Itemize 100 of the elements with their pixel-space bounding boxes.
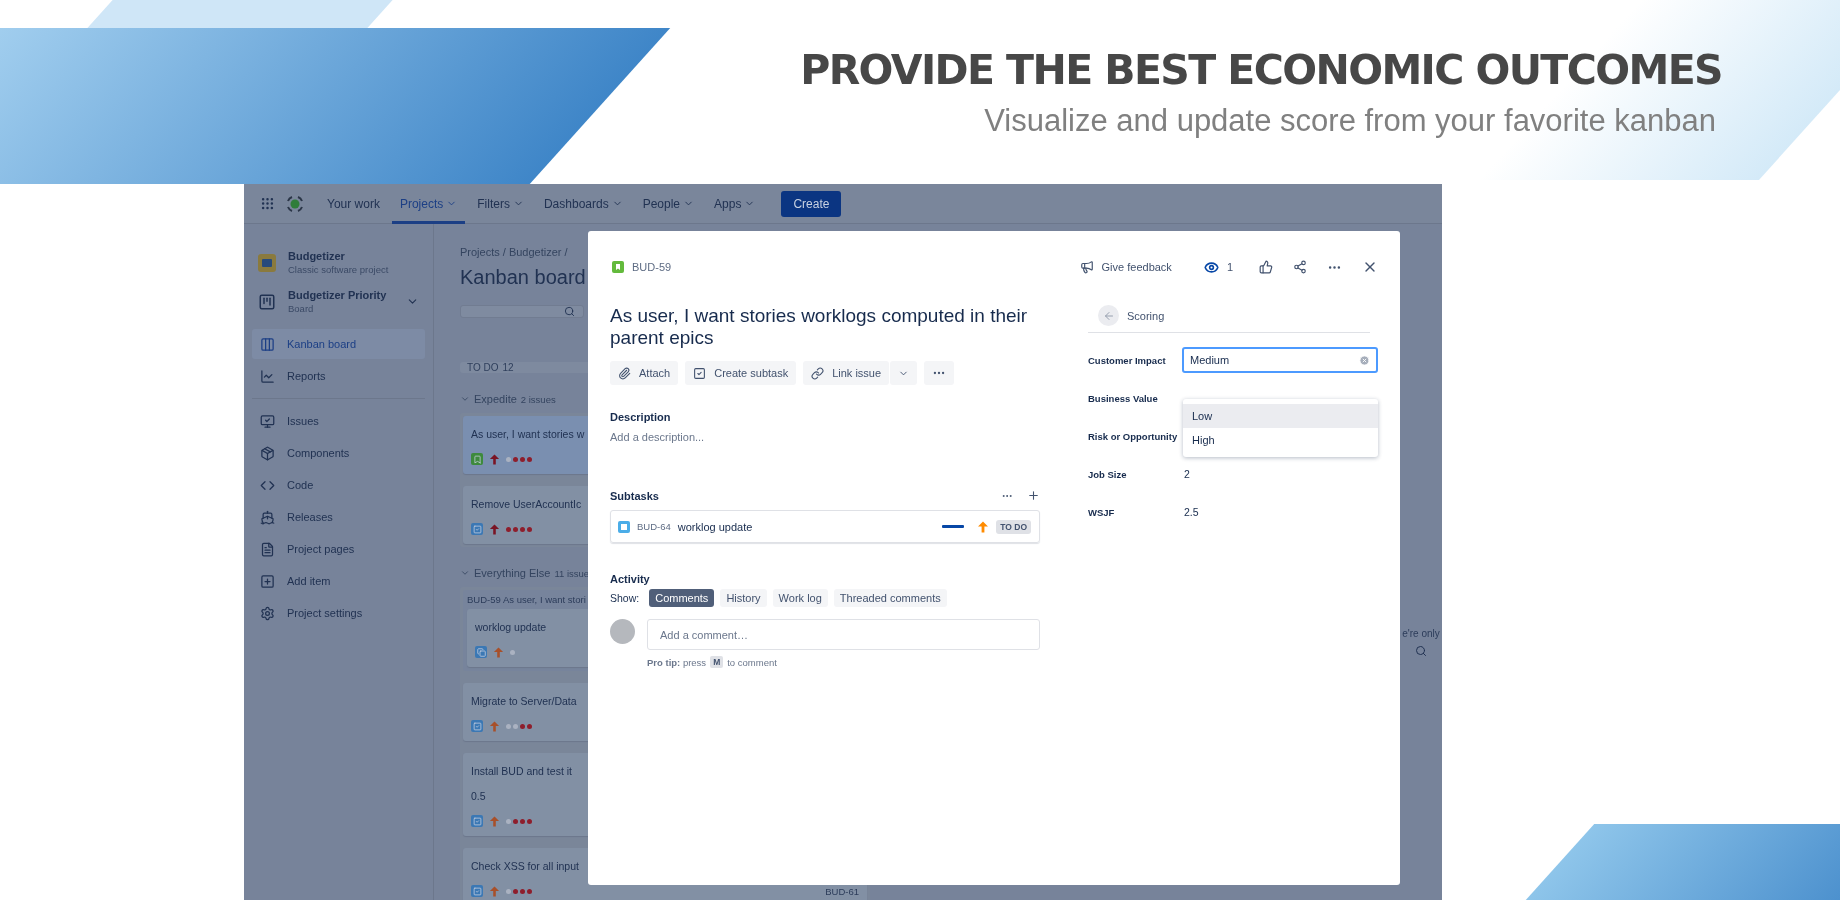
- pro-tip: Pro tip: press: [647, 656, 707, 668]
- issue-title[interactable]: As user, I want stories worklogs computed in their parent epics: [610, 305, 1040, 349]
- nav-tab[interactable]: Filters: [469, 183, 532, 224]
- dot-icon: [520, 723, 525, 729]
- sidebar-item[interactable]: Issues: [252, 405, 425, 437]
- nav-tab[interactable]: Dashboards: [535, 183, 631, 224]
- app-grid-icon[interactable]: [260, 196, 275, 211]
- field-label: WSJF: [1088, 505, 1116, 519]
- dot-icon: [527, 526, 532, 532]
- checkbox-icon: [471, 815, 483, 827]
- subheadline: Visualize and update score from your favorite kanban: [984, 102, 1716, 140]
- swimlane-title[interactable]: Everything Else: [474, 567, 551, 579]
- dot-icon: [513, 888, 518, 894]
- search-icon: [564, 306, 575, 317]
- dot-icon: [506, 723, 511, 729]
- add-icon[interactable]: [1027, 489, 1040, 502]
- search-icon[interactable]: [1415, 645, 1427, 657]
- action-button[interactable]: Attach: [610, 361, 679, 385]
- dot-icon: [527, 456, 532, 462]
- chevron-down-icon[interactable]: [460, 394, 470, 404]
- sidebar-item[interactable]: Code: [252, 469, 425, 501]
- checkbox-icon: [471, 523, 483, 535]
- create-button[interactable]: Create: [781, 190, 842, 217]
- add-page-icon: [260, 573, 275, 589]
- breadcrumb[interactable]: Projects / Budgetizer /: [460, 246, 568, 258]
- sidebar-item[interactable]: Releases: [252, 501, 425, 533]
- nav-tab[interactable]: People: [634, 183, 703, 224]
- subtask-title: worklog update: [677, 520, 754, 533]
- description-field[interactable]: Add a description...: [610, 431, 1040, 443]
- field-value[interactable]: 2: [1182, 468, 1378, 480]
- comment-field[interactable]: Add a comment…: [647, 619, 1040, 650]
- field-label: Risk or Opportunity: [1088, 429, 1179, 443]
- bookmark-icon: [612, 261, 624, 273]
- board-icon: [258, 292, 276, 311]
- logo-icon[interactable]: [285, 193, 305, 214]
- select-field[interactable]: Medium: [1182, 347, 1378, 373]
- checkbox-icon: [471, 885, 483, 897]
- status-lozenge[interactable]: TO DO: [996, 519, 1031, 534]
- link-icon: [811, 366, 825, 380]
- issue-key: BUD-61: [825, 885, 859, 897]
- dot-icon: [527, 818, 532, 824]
- dot-icon: [513, 456, 518, 462]
- dot-icon: [506, 456, 511, 462]
- estimate: 0.5: [471, 790, 486, 802]
- note-text: e're only: [1402, 628, 1440, 639]
- filter-tab[interactable]: Comments: [649, 589, 715, 607]
- project-avatar-icon: [258, 253, 276, 272]
- sidebar-item[interactable]: Kanban board: [252, 329, 425, 359]
- menu-option[interactable]: Low: [1183, 404, 1378, 428]
- nav-tab[interactable]: Projects: [391, 183, 466, 224]
- copy-icon: [618, 520, 630, 533]
- card-title: Migrate to Server/Data: [471, 695, 577, 707]
- search-field[interactable]: [460, 305, 584, 318]
- chart-icon: [260, 368, 275, 384]
- field-value[interactable]: 2.5: [1182, 506, 1378, 518]
- dot-icon: [520, 526, 525, 532]
- field-label: Job Size: [1088, 467, 1128, 481]
- headline: PROVIDE THE BEST ECONOMIC OUTCOMES: [800, 45, 1722, 96]
- show-label: Show:: [610, 592, 640, 604]
- dot-icon: [520, 818, 525, 824]
- megaphone-icon: [1079, 260, 1094, 274]
- card-title: Check XSS for all input: [471, 860, 579, 872]
- bar-icon: [942, 525, 965, 528]
- swimlane-title[interactable]: Expedite: [474, 393, 517, 405]
- dot-icon: [520, 888, 525, 894]
- sidebar-item[interactable]: Project pages: [252, 533, 425, 565]
- share-icon[interactable]: [1293, 260, 1307, 274]
- monitor-icon: [260, 413, 275, 429]
- menu-option[interactable]: High: [1183, 428, 1378, 452]
- card-title: Remove UserAccountIc: [471, 498, 582, 510]
- action-button[interactable]: Link issue: [803, 361, 890, 385]
- board-type: Board: [288, 303, 315, 314]
- nav-tab[interactable]: Your work: [319, 183, 388, 224]
- sidebar-item[interactable]: Add item: [252, 565, 425, 597]
- columns-icon: [260, 336, 275, 352]
- nav-tab[interactable]: Apps: [706, 183, 764, 224]
- back-button[interactable]: [1098, 305, 1119, 326]
- chevron-down-icon[interactable]: [460, 568, 470, 578]
- subtask-row[interactable]: BUD-64 worklog update TO DO: [610, 510, 1040, 543]
- watch-button[interactable]: 1: [1197, 255, 1239, 279]
- sidebar-item[interactable]: Project settings: [252, 597, 425, 629]
- sidebar-item[interactable]: Components: [252, 437, 425, 469]
- dot-icon: [510, 649, 515, 655]
- dot-icon: [527, 888, 532, 894]
- package-icon: [260, 445, 275, 461]
- board-name[interactable]: Budgetizer Priority: [288, 289, 394, 301]
- sidebar-item[interactable]: Reports: [252, 360, 425, 392]
- dot-icon: [513, 818, 518, 824]
- feedback-button[interactable]: Give feedback: [1073, 256, 1178, 278]
- arrow-left-icon: [1102, 309, 1115, 322]
- thumbs-up-icon[interactable]: [1259, 260, 1273, 274]
- filter-tab[interactable]: History: [720, 589, 767, 607]
- dot-icon: [513, 526, 518, 532]
- action-button[interactable]: Create subtask: [685, 361, 797, 385]
- filter-tab[interactable]: Work log: [772, 589, 828, 607]
- dot-icon: [513, 723, 518, 729]
- filter-tab[interactable]: Threaded comments: [833, 589, 947, 607]
- issue-key[interactable]: BUD-59: [632, 261, 672, 273]
- clear-icon[interactable]: [1359, 354, 1370, 366]
- bookmark-icon: [471, 453, 483, 465]
